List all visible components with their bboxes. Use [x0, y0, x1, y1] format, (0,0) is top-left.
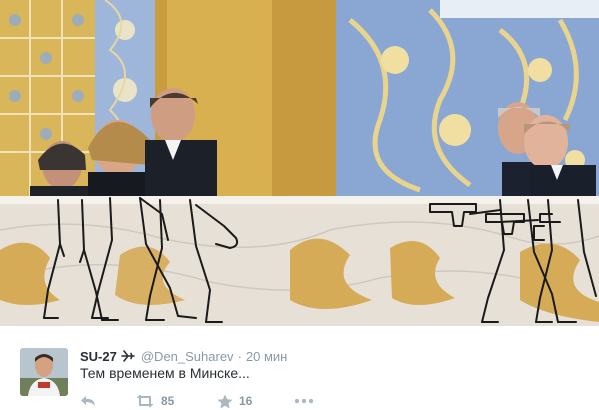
tweet-timestamp[interactable]: 20 мин [246, 349, 287, 364]
favorite-count: 16 [239, 394, 253, 408]
display-name[interactable]: SU-27 [80, 349, 117, 364]
tweet-header: SU-27 @Den_Suharev · 20 мин [80, 347, 287, 365]
separator-dot: · [237, 348, 242, 364]
more-dots-icon [294, 398, 314, 404]
more-button[interactable] [294, 398, 314, 404]
avatar[interactable] [20, 348, 68, 396]
reply-icon [81, 396, 95, 406]
tweet-photo[interactable] [0, 0, 599, 326]
retweet-icon [136, 394, 154, 408]
reply-button[interactable] [80, 394, 135, 408]
airplane-icon [121, 349, 135, 363]
tweet-card: SU-27 @Den_Suharev · 20 мин Тем временем… [0, 0, 599, 410]
tweet-body: SU-27 @Den_Suharev · 20 мин Тем временем… [0, 326, 599, 410]
retweet-count: 85 [161, 394, 175, 408]
user-handle[interactable]: @Den_Suharev [141, 349, 234, 364]
photo-illustration [0, 0, 599, 326]
favorite-button[interactable]: 16 [217, 394, 294, 409]
star-icon [217, 394, 233, 408]
avatar-image [20, 348, 68, 396]
tweet-text: Тем временем в Минске... [80, 365, 250, 381]
retweet-button[interactable]: 85 [135, 394, 217, 408]
tweet-actions: 85 16 [80, 393, 314, 409]
